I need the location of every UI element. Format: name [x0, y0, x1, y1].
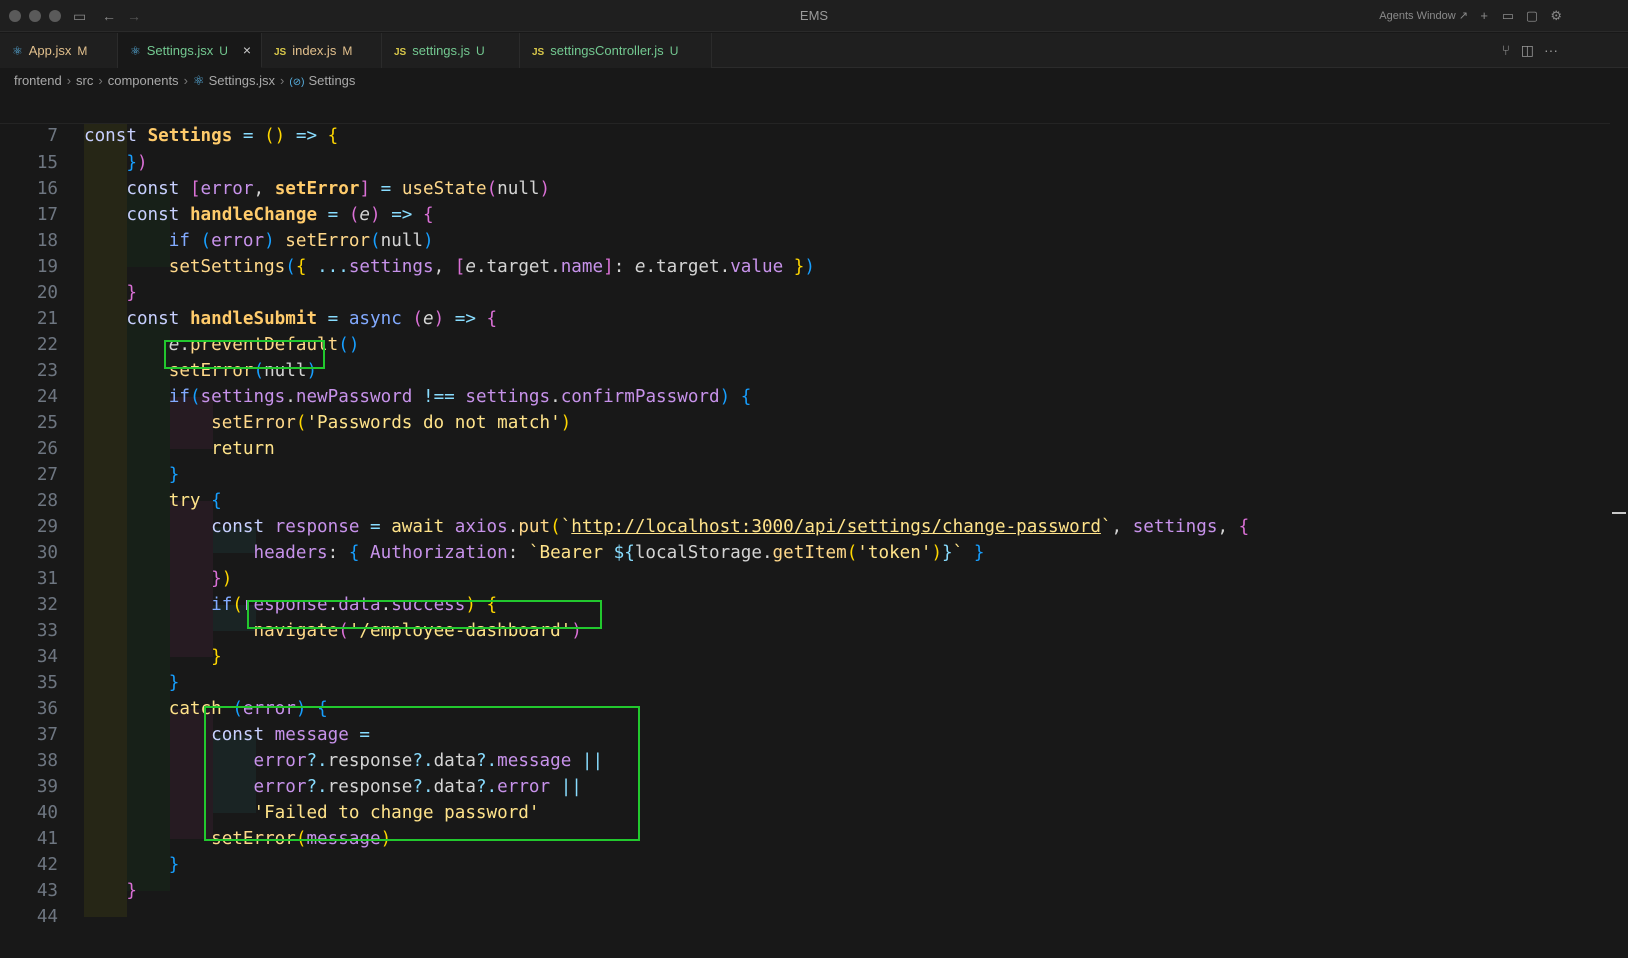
code-line: 20 }: [36, 283, 137, 303]
highlight-box-navigate: [247, 600, 602, 629]
code-editor[interactable]: 14 confirmPassword: '', 7const Settings …: [0, 96, 1628, 935]
code-line: 30 headers: { Authorization: `Bearer ${l…: [36, 543, 985, 563]
code-line: 27 }: [36, 465, 180, 485]
breadcrumb-settings-symbol[interactable]: Settings: [308, 73, 355, 88]
breadcrumb-components[interactable]: components: [108, 73, 179, 88]
chat-icon[interactable]: ▢: [1526, 8, 1538, 24]
breadcrumb: frontend › src › components › ⚛ Settings.jsx › (⊘…: [14, 70, 355, 92]
editor-tab-bar: ⚛ App.jsx M ⚛ Settings.jsx U × JS index.js M J…: [0, 33, 1628, 68]
code-line: 22 e.preventDefault(): [36, 335, 360, 355]
code-line: 44: [36, 907, 58, 927]
code-line: 18 if (error) setError(null): [36, 231, 434, 251]
js-icon: JS: [394, 47, 407, 58]
breadcrumb-src[interactable]: src: [76, 73, 93, 88]
code-line: 21 const handleSubmit = async (e) => {: [36, 309, 498, 329]
js-icon: JS: [274, 47, 287, 58]
code-line: 17 const handleChange = (e) => {: [36, 205, 434, 225]
react-icon: ⚛: [192, 73, 205, 88]
tab-app-jsx[interactable]: ⚛ App.jsx M: [0, 33, 118, 68]
chevron-right-icon: ›: [98, 73, 103, 88]
code-line: 26 return: [36, 439, 275, 459]
code-line: 43 }: [36, 881, 137, 901]
code-line: 34 }: [36, 647, 222, 667]
react-icon: ⚛: [12, 44, 23, 58]
source-control-icon[interactable]: ⑂: [1502, 42, 1510, 58]
code-line: 28 try {: [36, 491, 222, 511]
code-line: 16 const [error, setError] = useState(nu…: [36, 179, 551, 199]
breadcrumb-frontend[interactable]: frontend: [14, 73, 62, 88]
code-line: 29 const response = await axios.put(`htt…: [36, 517, 1250, 537]
settings-gear-icon[interactable]: ⚙: [1550, 8, 1562, 24]
code-line: 36 catch (error) {: [36, 699, 328, 719]
title-bar: ▭ ← → EMS Agents Window ↗ + ▭ ▢ ⚙: [0, 0, 1628, 32]
toggle-panel-icon[interactable]: ▭: [1502, 8, 1514, 24]
code-line: 31 }): [36, 569, 233, 589]
chevron-right-icon: ›: [183, 73, 188, 88]
scrollbar-marker[interactable]: [1612, 512, 1626, 514]
tab-settings-js[interactable]: JS settings.js U: [382, 33, 520, 68]
breadcrumb-settings-jsx[interactable]: Settings.jsx: [209, 73, 275, 88]
code-line: 35 }: [36, 673, 180, 693]
close-icon[interactable]: ×: [243, 33, 251, 68]
tab-index-js[interactable]: JS index.js M: [262, 33, 382, 68]
more-actions-icon[interactable]: ···: [1544, 42, 1558, 58]
highlight-box-catch-message: [204, 706, 640, 841]
chevron-right-icon: ›: [66, 73, 72, 88]
code-line: 25 setError('Passwords do not match'): [36, 413, 572, 433]
code-line: 33 navigate('/employee-dashboard'): [36, 621, 582, 641]
tab-settings-controller-js[interactable]: JS settingsController.js U: [520, 33, 712, 68]
new-plus-icon[interactable]: +: [1480, 8, 1488, 23]
code-line: 19 setSettings({ ...settings, [e.target.…: [36, 257, 815, 277]
chevron-right-icon: ›: [280, 73, 285, 88]
split-editor-icon[interactable]: ◫: [1521, 42, 1534, 59]
agents-window-link[interactable]: Agents Window ↗: [1379, 9, 1468, 22]
code-line: 32 if(response.data.success) {: [36, 595, 498, 615]
symbol-variable-icon: (⊘): [289, 77, 305, 88]
tab-settings-jsx[interactable]: ⚛ Settings.jsx U ×: [118, 33, 262, 68]
js-icon: JS: [532, 47, 545, 58]
sticky-scroll-line[interactable]: 7 const Settings = () => {: [0, 96, 1610, 146]
highlight-box-seterror-null: [164, 340, 325, 369]
react-icon: ⚛: [130, 44, 141, 58]
